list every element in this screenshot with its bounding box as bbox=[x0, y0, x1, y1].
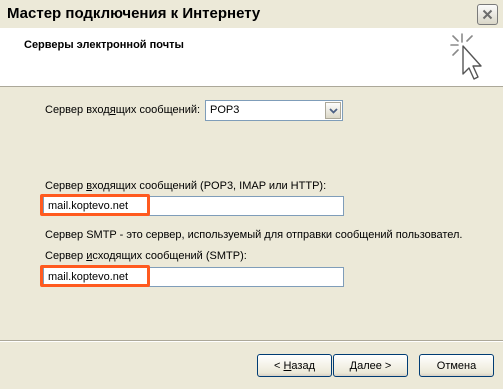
incoming-server-highlight bbox=[40, 194, 150, 216]
incoming-type-label: Сервер входящих сообщений: bbox=[45, 104, 201, 116]
outgoing-server-label: Сервер исходящих сообщений (SMTP): bbox=[45, 250, 247, 262]
cancel-button-label: Отмена bbox=[436, 359, 477, 372]
incoming-type-select[interactable]: POP3 bbox=[205, 100, 343, 121]
title-bar[interactable]: Мастер подключения к Интернету bbox=[0, 0, 503, 28]
incoming-server-label: Сервер входящих сообщений (POP3, IMAP ил… bbox=[45, 180, 327, 192]
page-title: Серверы электронной почты bbox=[24, 39, 184, 51]
footer-divider bbox=[0, 340, 503, 342]
close-button[interactable] bbox=[477, 4, 498, 25]
close-icon bbox=[482, 9, 493, 20]
wizard-window: Мастер подключения к Интернету Серверы э… bbox=[0, 0, 503, 389]
sparkle-cursor-icon bbox=[450, 33, 482, 80]
back-button[interactable]: < Назад bbox=[257, 354, 332, 377]
next-button[interactable]: Далее > bbox=[333, 354, 408, 377]
window-title: Мастер подключения к Интернету bbox=[7, 5, 261, 22]
cancel-button[interactable]: Отмена bbox=[419, 354, 494, 377]
wizard-header: Серверы электронной почты bbox=[0, 28, 503, 87]
back-button-label: < Назад bbox=[273, 359, 315, 372]
chevron-down-icon bbox=[328, 107, 338, 114]
next-button-label: Далее > bbox=[349, 359, 392, 372]
dropdown-button[interactable] bbox=[325, 102, 341, 119]
incoming-type-value: POP3 bbox=[210, 104, 240, 116]
outgoing-server-highlight bbox=[40, 265, 150, 287]
smtp-description: Сервер SMTP - это сервер, используемый д… bbox=[45, 229, 463, 241]
